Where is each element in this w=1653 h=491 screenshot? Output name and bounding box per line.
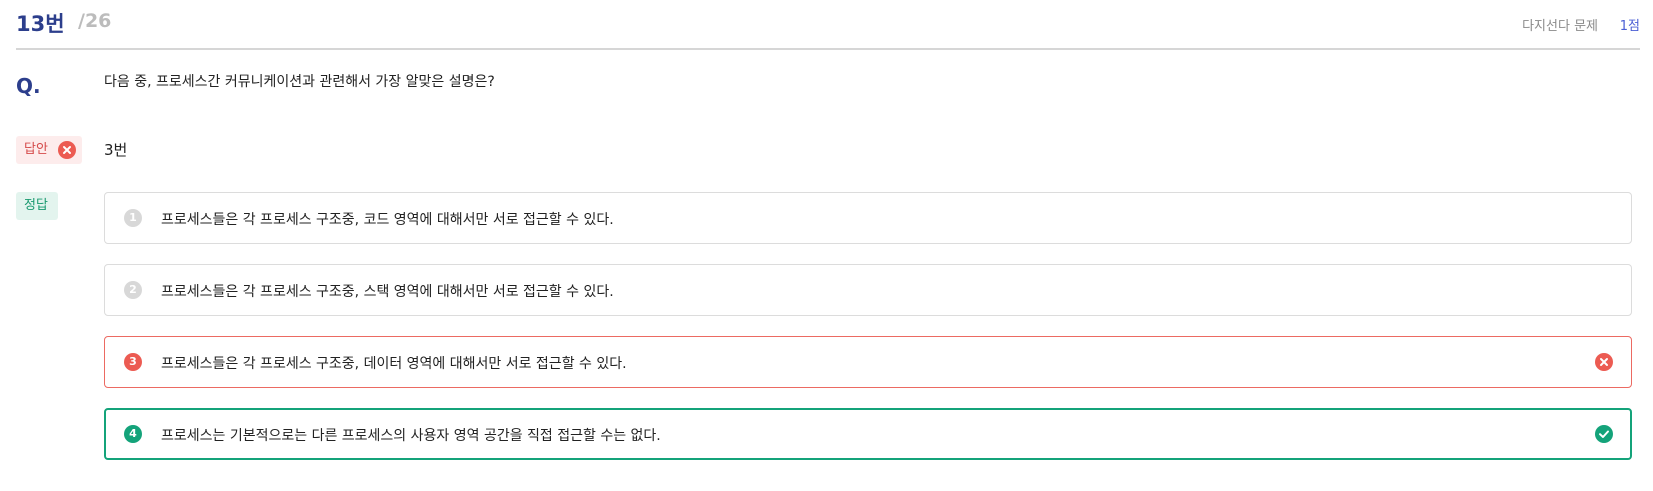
option-text: 프로세스들은 각 프로세스 구조중, 스택 영역에 대해서만 서로 접근할 수 … — [161, 284, 614, 300]
option-text: 프로세스는 기본적으로는 다른 프로세스의 사용자 영역 공간을 직접 접근할 … — [161, 428, 661, 444]
answer-tag: 답안 — [16, 136, 82, 164]
option-number-badge: 2 — [124, 281, 142, 299]
option-number-badge: 1 — [124, 209, 142, 227]
question-type: 다지선다 문제 — [1522, 19, 1598, 34]
x-circle-icon — [58, 141, 76, 159]
option-text: 프로세스들은 각 프로세스 구조중, 코드 영역에 대해서만 서로 접근할 수 … — [161, 212, 614, 228]
question-marker: Q. — [16, 74, 41, 98]
question-total: /26 — [78, 10, 112, 32]
option-4[interactable]: 4 프로세스는 기본적으로는 다른 프로세스의 사용자 영역 공간을 직접 접근… — [104, 408, 1632, 460]
question-header: 13번 /26 다지선다 문제 1점 — [16, 0, 1640, 50]
answer-value: 3번 — [104, 141, 128, 159]
question-number: 13번 — [16, 12, 65, 36]
option-2[interactable]: 2 프로세스들은 각 프로세스 구조중, 스택 영역에 대해서만 서로 접근할 … — [104, 264, 1632, 316]
option-1[interactable]: 1 프로세스들은 각 프로세스 구조중, 코드 영역에 대해서만 서로 접근할 … — [104, 192, 1632, 244]
x-circle-icon — [1595, 353, 1613, 371]
question-text: 다음 중, 프로세스간 커뮤니케이션과 관련해서 가장 알맞은 설명은? — [104, 74, 495, 90]
check-circle-icon — [1595, 425, 1613, 443]
correct-label: 정답 — [24, 198, 48, 213]
option-number-badge: 4 — [124, 425, 142, 443]
option-text: 프로세스들은 각 프로세스 구조중, 데이터 영역에 대해서만 서로 접근할 수… — [161, 356, 627, 372]
option-number-badge: 3 — [124, 353, 142, 371]
question-points: 1점 — [1619, 19, 1640, 34]
option-3[interactable]: 3 프로세스들은 각 프로세스 구조중, 데이터 영역에 대해서만 서로 접근할… — [104, 336, 1632, 388]
answer-label: 답안 — [24, 142, 48, 157]
correct-tag: 정답 — [16, 192, 58, 220]
